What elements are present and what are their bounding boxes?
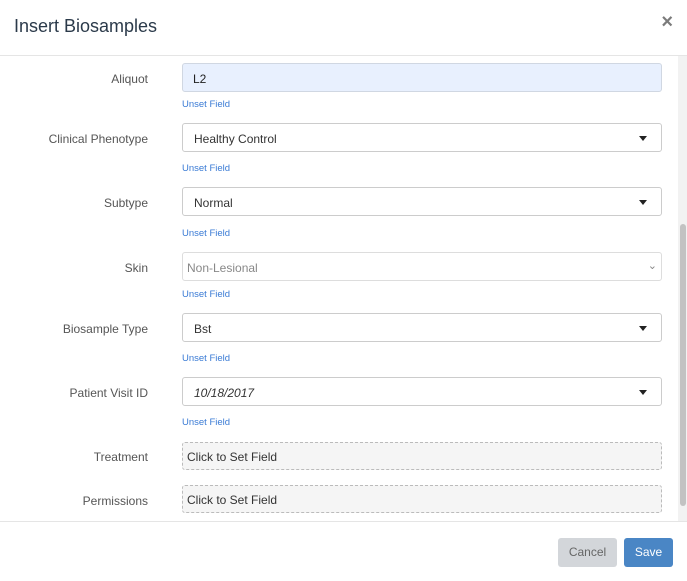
treatment-label: Treatment xyxy=(93,450,148,464)
subtype-value: Normal xyxy=(194,196,233,210)
body-scrollbar[interactable] xyxy=(678,56,687,521)
permissions-value: Click to Set Field xyxy=(187,493,278,507)
modal-title: Insert Biosamples xyxy=(14,16,158,36)
permissions-label: Permissions xyxy=(82,494,148,508)
patient-visit-id-unset-link[interactable]: Unset Field xyxy=(182,417,230,428)
scrollbar-thumb[interactable] xyxy=(680,224,686,506)
save-button[interactable]: Save xyxy=(624,538,673,567)
treatment-value: Click to Set Field xyxy=(187,450,278,464)
patient-visit-id-value: 10/18/2017 xyxy=(194,386,255,400)
aliquot-label: Aliquot xyxy=(111,72,148,86)
clinical-phenotype-select[interactable]: Healthy Control xyxy=(182,123,662,152)
biosample-type-value: Bst xyxy=(194,322,212,336)
subtype-label: Subtype xyxy=(103,196,148,210)
patient-visit-id-label: Patient Visit ID xyxy=(69,386,148,400)
clinical-phenotype-unset-link[interactable]: Unset Field xyxy=(182,163,230,174)
caret-down-icon xyxy=(639,390,647,395)
caret-down-icon xyxy=(639,136,647,141)
aliquot-unset-link[interactable]: Unset Field xyxy=(182,99,230,110)
chevron-down-icon: ⌄ xyxy=(647,260,657,272)
insert-biosamples-modal: Insert Biosamples × Aliquot L2 Unset Fie… xyxy=(0,0,687,580)
modal-header: Insert Biosamples × xyxy=(0,0,687,56)
modal-body: Aliquot L2 Unset Field Clinical Phenotyp… xyxy=(0,56,678,521)
skin-label: Skin xyxy=(124,261,148,275)
skin-select[interactable]: Non-Lesional ⌄ xyxy=(182,252,662,281)
modal-footer: Cancel Save xyxy=(0,521,687,581)
close-icon[interactable]: × xyxy=(661,12,673,32)
biosample-type-select[interactable]: Bst xyxy=(182,313,662,342)
caret-down-icon xyxy=(639,326,647,331)
biosample-type-label: Biosample Type xyxy=(62,322,148,336)
patient-visit-id-select[interactable]: 10/18/2017 xyxy=(182,377,662,406)
skin-value: Non-Lesional xyxy=(187,261,258,275)
skin-unset-link[interactable]: Unset Field xyxy=(182,289,230,300)
aliquot-input[interactable]: L2 xyxy=(182,63,662,92)
clinical-phenotype-label: Clinical Phenotype xyxy=(48,132,148,146)
subtype-unset-link[interactable]: Unset Field xyxy=(182,228,230,239)
biosample-type-unset-link[interactable]: Unset Field xyxy=(182,353,230,364)
permissions-set-field[interactable]: Click to Set Field xyxy=(182,485,662,513)
caret-down-icon xyxy=(639,200,647,205)
subtype-select[interactable]: Normal xyxy=(182,187,662,216)
treatment-set-field[interactable]: Click to Set Field xyxy=(182,442,662,470)
aliquot-value: L2 xyxy=(193,72,207,86)
clinical-phenotype-value: Healthy Control xyxy=(194,132,277,146)
cancel-button[interactable]: Cancel xyxy=(558,538,617,567)
